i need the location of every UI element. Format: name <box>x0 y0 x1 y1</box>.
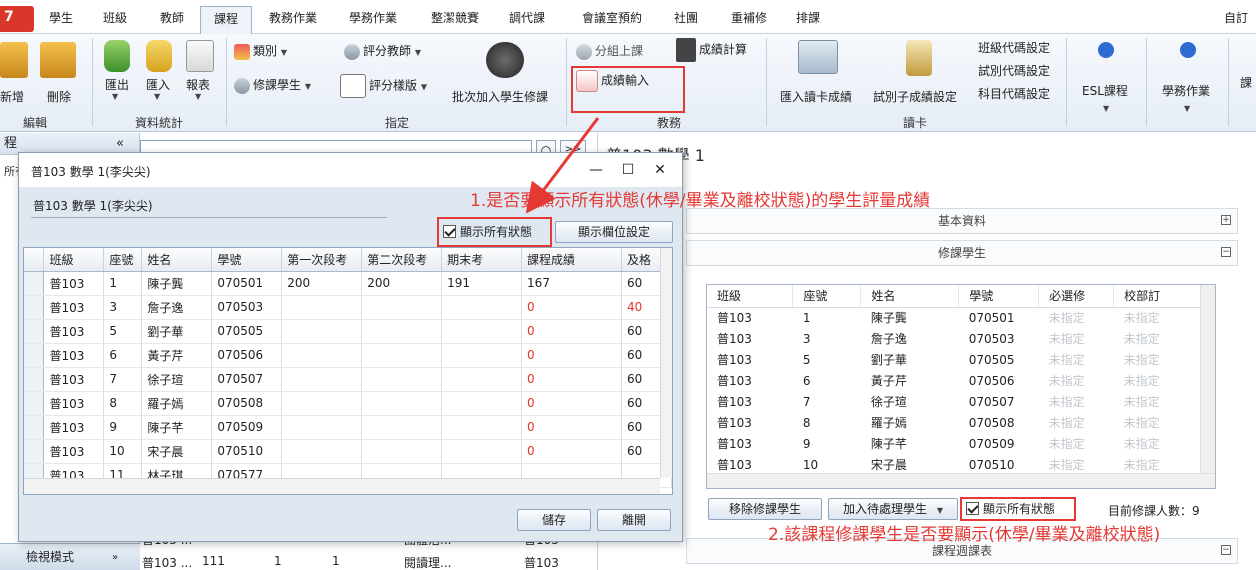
annotation-1: 1.是否要顯示所有狀態(休學/畢業及離校狀態)的學生評量成績 <box>470 191 931 211</box>
annotation-2: 2.該課程修課學生是否要顯示(休學/畢業及離校狀態) <box>768 525 1161 545</box>
annotation-arrow <box>525 117 600 214</box>
